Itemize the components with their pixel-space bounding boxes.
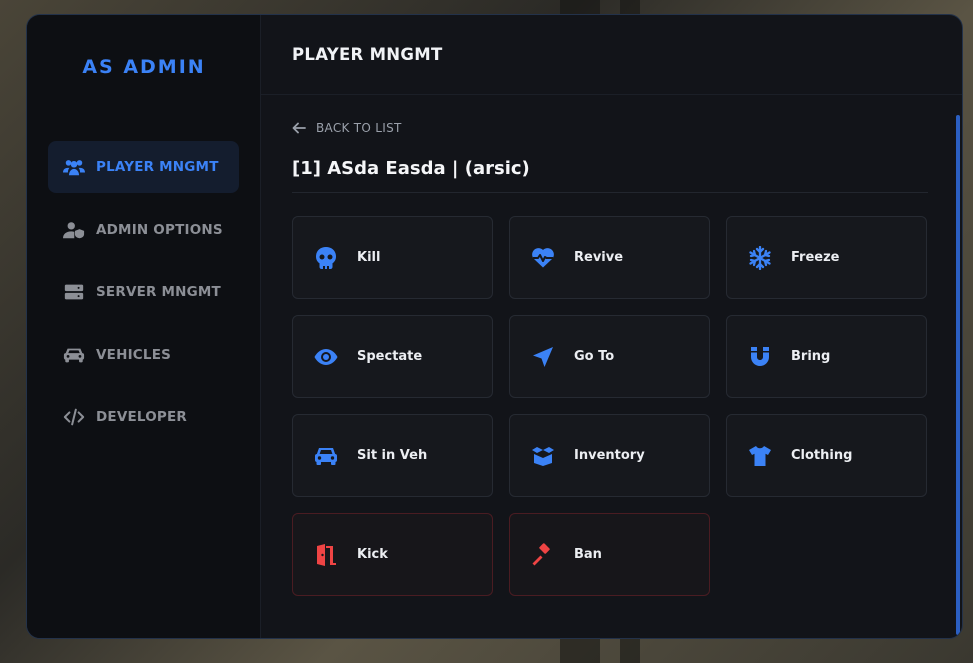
sidebar-nav: PLAYER MNGMT ADMIN OPTIONS SERVER MNGMT … — [48, 141, 239, 454]
scrollbar[interactable] — [956, 115, 960, 635]
car-icon — [62, 345, 86, 365]
door-open-icon — [313, 542, 339, 568]
revive-button[interactable]: Revive — [509, 216, 710, 299]
kick-button[interactable]: Kick — [292, 513, 493, 596]
sidebar-item-admin-options[interactable]: ADMIN OPTIONS — [48, 204, 239, 256]
bring-button[interactable]: Bring — [726, 315, 927, 398]
user-shield-icon — [62, 220, 86, 240]
heart-pulse-icon — [530, 245, 556, 271]
back-to-list-button[interactable]: BACK TO LIST — [292, 120, 928, 136]
main-content: PLAYER MNGMT BACK TO LIST [1] ASda Easda… — [261, 15, 962, 638]
action-label: Ban — [574, 547, 602, 562]
code-icon — [62, 407, 86, 427]
gavel-icon — [530, 542, 556, 568]
clothing-button[interactable]: Clothing — [726, 414, 927, 497]
sidebar-item-server-mngmt[interactable]: SERVER MNGMT — [48, 266, 239, 318]
brand-title: AS ADMIN — [82, 56, 206, 78]
action-label: Spectate — [357, 349, 423, 364]
eye-icon — [313, 344, 339, 370]
action-label: Go To — [574, 349, 615, 364]
sidebar-item-label: ADMIN OPTIONS — [96, 221, 223, 238]
location-arrow-icon — [530, 344, 556, 370]
action-label: Freeze — [791, 250, 840, 265]
page-title: PLAYER MNGMT — [261, 15, 962, 95]
inventory-button[interactable]: Inventory — [509, 414, 710, 497]
action-label: Kick — [357, 547, 388, 562]
action-label: Clothing — [791, 448, 853, 463]
sidebar-item-label: PLAYER MNGMT — [96, 159, 219, 175]
action-label: Kill — [357, 250, 381, 265]
back-label: BACK TO LIST — [316, 121, 402, 135]
sidebar-item-vehicles[interactable]: VEHICLES — [48, 329, 239, 381]
spectate-button[interactable]: Spectate — [292, 315, 493, 398]
sidebar-item-label: VEHICLES — [96, 346, 172, 363]
box-open-icon — [530, 443, 556, 469]
action-label: Inventory — [574, 448, 645, 463]
sidebar: AS ADMIN PLAYER MNGMT ADMIN OPTIONS SERV… — [27, 15, 261, 638]
users-icon — [62, 157, 86, 177]
magnet-icon — [747, 344, 773, 370]
kill-button[interactable]: Kill — [292, 216, 493, 299]
server-icon — [62, 282, 86, 302]
ban-button[interactable]: Ban — [509, 513, 710, 596]
sidebar-item-label: DEVELOPER — [96, 409, 188, 425]
action-label: Bring — [791, 349, 831, 364]
player-detail: BACK TO LIST [1] ASda Easda | (arsic) Ki… — [292, 95, 928, 596]
sit-in-veh-button[interactable]: Sit in Veh — [292, 414, 493, 497]
skull-icon — [313, 245, 339, 271]
action-grid: Kill Revive Freeze Spectate Go To Bring … — [292, 216, 928, 596]
car-icon — [313, 443, 339, 469]
snowflake-icon — [747, 245, 773, 271]
sidebar-item-label: SERVER MNGMT — [96, 284, 221, 300]
player-title: [1] ASda Easda | (arsic) — [292, 158, 928, 193]
action-label: Revive — [574, 250, 624, 265]
action-label: Sit in Veh — [357, 448, 428, 463]
admin-panel: AS ADMIN PLAYER MNGMT ADMIN OPTIONS SERV… — [26, 14, 963, 639]
arrow-left-icon — [292, 122, 306, 134]
freeze-button[interactable]: Freeze — [726, 216, 927, 299]
sidebar-item-developer[interactable]: DEVELOPER — [48, 391, 239, 443]
shirt-icon — [747, 443, 773, 469]
goto-button[interactable]: Go To — [509, 315, 710, 398]
sidebar-item-player-mngmt[interactable]: PLAYER MNGMT — [48, 141, 239, 193]
